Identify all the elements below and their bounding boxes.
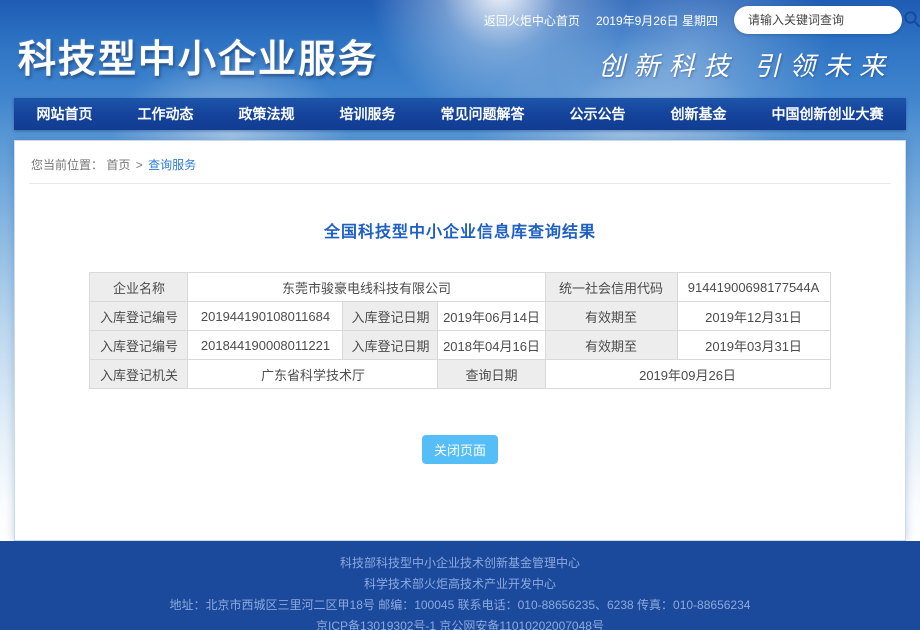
torch-center-home-link[interactable]: 返回火炬中心首页 [484, 12, 580, 29]
nav-item-4[interactable]: 培训服务 [336, 104, 400, 124]
table-body: 企业名称东莞市骏豪电线科技有限公司统一社会信用代码914419006981775… [90, 273, 830, 389]
table-row: 入库登记编号201944190108011684入库登记日期2019年06月14… [90, 302, 830, 331]
footer-line-4: 京ICP备13019302号-1 京公网安备11010202007048号 [0, 616, 920, 630]
breadcrumb-separator: > [136, 158, 143, 172]
close-page-button[interactable]: 关闭页面 [422, 435, 498, 464]
table-label-cell: 入库登记编号 [90, 331, 188, 360]
table-label-cell: 统一社会信用代码 [545, 273, 677, 302]
content-panel: 您当前位置： 首页 > 查询服务 全国科技型中小企业信息库查询结果 企业名称东莞… [14, 140, 906, 541]
table-value-cell: 201844190008011221 [188, 331, 343, 360]
page-root: 返回火炬中心首页 2019年9月26日 星期四 科技型中小企业服务 创新科技 引… [0, 0, 920, 630]
table-row: 入库登记编号201844190008011221入库登记日期2018年04月16… [90, 331, 830, 360]
table-value-cell: 2019年03月31日 [677, 331, 830, 360]
magnifier-icon [903, 10, 920, 31]
table-value-cell: 201944190108011684 [188, 302, 343, 331]
nav-item-1[interactable]: 网站首页 [33, 104, 97, 124]
nav-item-7[interactable]: 创新基金 [667, 104, 731, 124]
breadcrumb: 您当前位置： 首页 > 查询服务 [15, 141, 905, 183]
current-date: 2019年9月26日 星期四 [596, 12, 718, 29]
search-input[interactable] [748, 13, 903, 27]
table-value-cell: 2019年06月14日 [438, 302, 545, 331]
table-value-cell: 东莞市骏豪电线科技有限公司 [188, 273, 545, 302]
nav-item-5[interactable]: 常见问题解答 [437, 104, 529, 124]
nav-item-3[interactable]: 政策法规 [235, 104, 299, 124]
nav-item-8[interactable]: 中国创新创业大赛 [768, 104, 888, 124]
footer-line-1: 科技部科技型中小企业技术创新基金管理中心 [0, 553, 920, 574]
table-label-cell: 入库登记日期 [343, 331, 438, 360]
search-button[interactable] [903, 10, 920, 31]
site-title: 科技型中小企业服务 [18, 28, 378, 83]
footer-line-3: 地址：北京市西城区三里河二区甲18号 邮编：100045 联系电话：010-88… [0, 595, 920, 616]
table-value-cell: 2019年09月26日 [545, 360, 830, 389]
table-label-cell: 企业名称 [90, 273, 188, 302]
table-label-cell: 入库登记编号 [90, 302, 188, 331]
breadcrumb-home-link[interactable]: 首页 [106, 158, 130, 172]
site-slogan: 创新科技 引领未来 [598, 46, 894, 83]
main-nav: 网站首页 工作动态 政策法规 培训服务 常见问题解答 公示公告 创新基金 中国创新创业大赛 [14, 98, 906, 130]
table-row: 企业名称东莞市骏豪电线科技有限公司统一社会信用代码914419006981775… [90, 273, 830, 302]
breadcrumb-divider [29, 183, 891, 184]
nav-item-2[interactable]: 工作动态 [134, 104, 198, 124]
footer: 科技部科技型中小企业技术创新基金管理中心科学技术部火炬高技术产业开发中心地址：北… [0, 541, 920, 630]
table-label-cell: 有效期至 [545, 331, 677, 360]
table-label-cell: 入库登记日期 [343, 302, 438, 331]
nav-item-6[interactable]: 公示公告 [566, 104, 630, 124]
footer-line-2: 科学技术部火炬高技术产业开发中心 [0, 574, 920, 595]
table-label-cell: 入库登记机关 [90, 360, 188, 389]
table-row: 入库登记机关广东省科学技术厅查询日期2019年09月26日 [90, 360, 830, 389]
table-value-cell: 2018年04月16日 [438, 331, 545, 360]
table-value-cell: 2019年12月31日 [677, 302, 830, 331]
topbar: 返回火炬中心首页 2019年9月26日 星期四 [484, 0, 920, 40]
breadcrumb-current-link[interactable]: 查询服务 [148, 158, 196, 172]
query-result-table: 企业名称东莞市骏豪电线科技有限公司统一社会信用代码914419006981775… [89, 272, 830, 389]
table-label-cell: 查询日期 [438, 360, 545, 389]
table-value-cell: 91441900698177544A [677, 273, 830, 302]
search-box[interactable] [734, 6, 902, 34]
result-title: 全国科技型中小企业信息库查询结果 [15, 218, 905, 242]
breadcrumb-prefix: 您当前位置： [31, 158, 103, 172]
table-label-cell: 有效期至 [545, 302, 677, 331]
table-value-cell: 广东省科学技术厅 [188, 360, 438, 389]
